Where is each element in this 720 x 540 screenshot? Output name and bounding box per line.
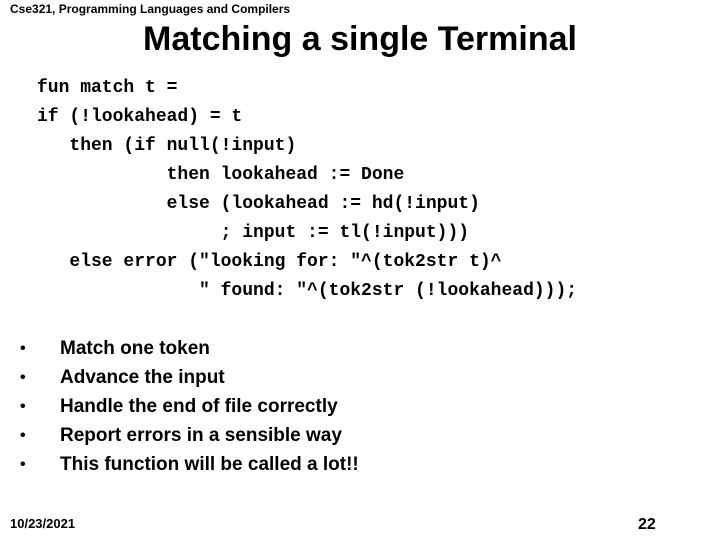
- bullet-item: • Report errors in a sensible way: [20, 421, 359, 450]
- code-line: then (if null(!input): [37, 136, 297, 156]
- bullet-icon: •: [20, 456, 26, 473]
- code-line: then lookahead := Done: [37, 165, 405, 185]
- bullet-text: Report errors in a sensible way: [60, 425, 342, 446]
- footer-date: 10/23/2021: [10, 516, 76, 531]
- bullet-item: • This function will be called a lot!!: [20, 450, 359, 479]
- bullet-item: • Match one token: [20, 334, 359, 363]
- slide-title: Matching a single Terminal: [143, 20, 577, 58]
- bullet-text: Handle the end of file correctly: [60, 396, 338, 417]
- page-number: 22: [638, 516, 656, 533]
- bullet-list: • Match one token • Advance the input • Han…: [20, 334, 359, 479]
- bullet-text: Match one token: [60, 338, 210, 359]
- code-block: fun match t = if (!lookahead) = t then (i…: [37, 74, 577, 306]
- bullet-icon: •: [20, 369, 26, 386]
- bullet-text: Advance the input: [60, 367, 225, 388]
- bullet-item: • Advance the input: [20, 363, 359, 392]
- bullet-icon: •: [20, 398, 26, 415]
- code-line: ; input := tl(!input))): [37, 223, 470, 243]
- course-header: Cse321, Programming Languages and Compil…: [10, 2, 291, 16]
- bullet-item: • Handle the end of file correctly: [20, 392, 359, 421]
- code-line: else error ("looking for: "^(tok2str t)^: [37, 252, 502, 272]
- code-line: " found: "^(tok2str (!lookahead)));: [37, 281, 578, 301]
- bullet-icon: •: [20, 340, 26, 357]
- code-line: else (lookahead := hd(!input): [37, 194, 480, 214]
- code-line: if (!lookahead) = t: [37, 107, 243, 127]
- bullet-text: This function will be called a lot!!: [60, 454, 359, 475]
- code-line: fun match t =: [37, 78, 178, 98]
- bullet-icon: •: [20, 427, 26, 444]
